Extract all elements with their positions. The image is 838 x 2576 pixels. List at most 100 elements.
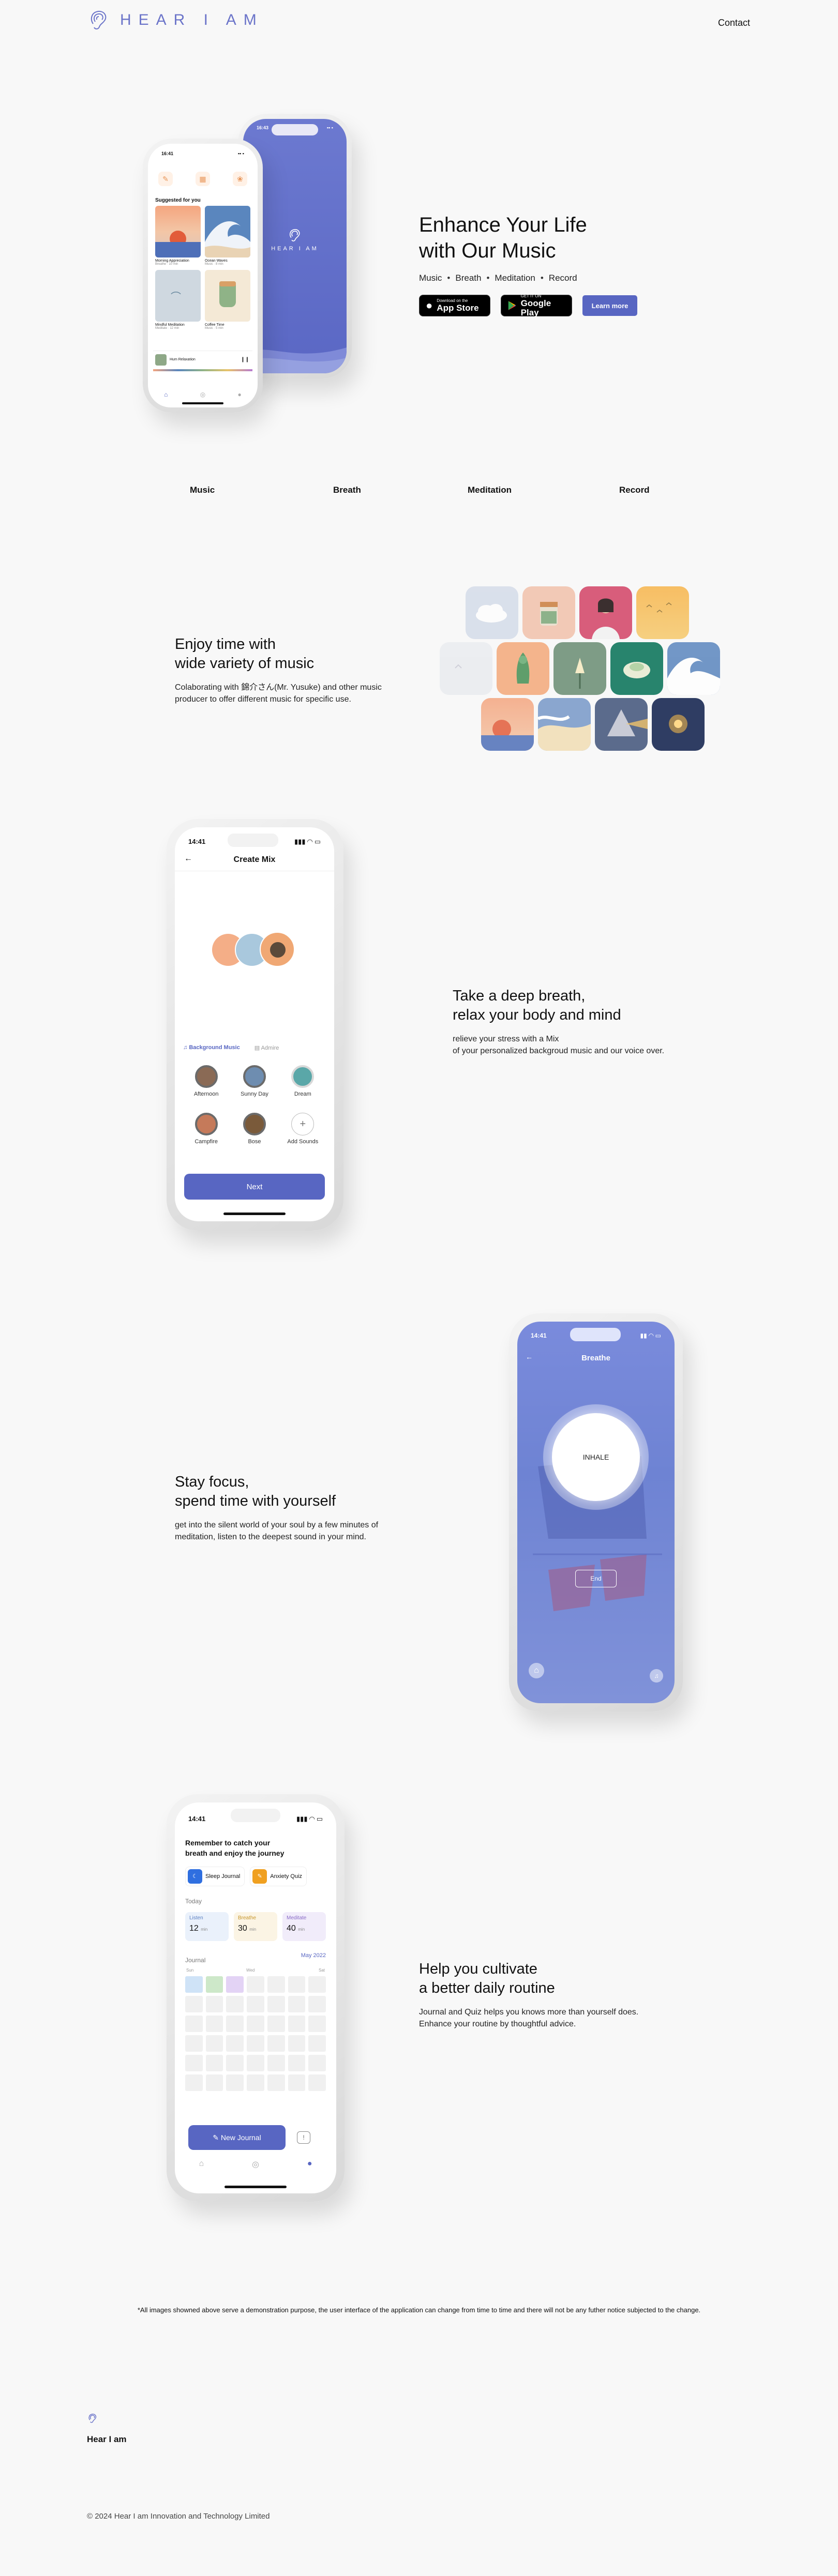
calendar-day-cell[interactable]	[205, 2016, 223, 2032]
add-sound-item[interactable]: + Add Sounds	[279, 1113, 327, 1145]
new-journal-button[interactable]: ✎ New Journal	[188, 2125, 286, 2150]
quiz-icon: ✎	[252, 1869, 267, 1884]
sound-item[interactable]: Sunny Day	[230, 1065, 278, 1097]
sound-item[interactable]: Campfire	[182, 1113, 230, 1145]
music-card[interactable]: ⌒ Mindful Meditation Meditate · 12 min	[155, 270, 201, 330]
music-icon[interactable]: ♫	[650, 1669, 663, 1683]
feature-nav-breath[interactable]: Breath	[333, 485, 361, 495]
search-icon[interactable]: ◎	[252, 2159, 259, 2170]
calendar-day-cell[interactable]	[185, 1976, 203, 1993]
calendar-day-cell[interactable]	[226, 1996, 244, 2012]
now-playing-bar[interactable]: Hum Relaxation ❙❙	[153, 351, 252, 368]
end-button[interactable]: End	[575, 1570, 617, 1587]
calendar-day-cell[interactable]	[205, 2074, 223, 2091]
calendar-day-cell[interactable]	[247, 2035, 264, 2052]
sound-label: Bose	[248, 1139, 261, 1145]
brand-logo[interactable]: HEAR I AM	[87, 8, 264, 32]
music-card[interactable]: Ocean Waves Music · 8 min	[205, 206, 250, 266]
calendar-day-cell[interactable]	[226, 2055, 244, 2071]
pause-icon[interactable]: ❙❙	[241, 357, 249, 362]
calendar-day-cell[interactable]	[308, 2035, 326, 2052]
calendar-day-cell[interactable]	[226, 2016, 244, 2032]
weekday-label: Wed	[246, 1968, 255, 1973]
category-icon[interactable]: ▦	[196, 172, 210, 186]
calendar-day-cell[interactable]	[185, 2016, 203, 2032]
calendar-day-cell[interactable]	[247, 2016, 264, 2032]
feature-nav-record[interactable]: Record	[619, 485, 650, 495]
contact-link[interactable]: Contact	[718, 18, 750, 28]
calendar-day-cell[interactable]	[247, 2055, 264, 2071]
calendar-day-cell[interactable]	[267, 2055, 285, 2071]
calendar-day-cell[interactable]	[288, 1976, 306, 1993]
stat-unit: min	[201, 1927, 208, 1932]
sleep-journal-chip[interactable]: ☾ Sleep Journal	[185, 1867, 245, 1886]
calendar-day-cell[interactable]	[308, 1996, 326, 2012]
calendar-day-cell[interactable]	[185, 2074, 203, 2091]
feature-nav-music[interactable]: Music	[190, 485, 215, 495]
calendar-day-cell[interactable]	[308, 2016, 326, 2032]
calendar-day-cell[interactable]	[185, 2055, 203, 2071]
calendar-day-cell[interactable]	[308, 2055, 326, 2071]
calendar-day-cell[interactable]	[185, 2035, 203, 2052]
month-label[interactable]: May 2022	[301, 1952, 326, 1959]
next-button[interactable]: Next	[184, 1174, 325, 1200]
calendar-day-cell[interactable]	[288, 2055, 306, 2071]
music-card[interactable]: Morning Appreciation Breathe · 10 min	[155, 206, 201, 266]
calendar-day-cell[interactable]	[288, 2035, 306, 2052]
calendar-day-cell[interactable]	[267, 2074, 285, 2091]
status-icons: ▮▮▮ ◠ ▭	[296, 1815, 323, 1823]
home-icon[interactable]: ⌂	[199, 2159, 204, 2170]
calendar-day-cell[interactable]	[247, 2074, 264, 2091]
sound-label: Sunny Day	[241, 1091, 268, 1097]
calendar-day-cell[interactable]	[308, 1976, 326, 1993]
calendar-day-cell[interactable]	[205, 1976, 223, 1993]
anxiety-quiz-chip[interactable]: ✎ Anxiety Quiz	[250, 1867, 307, 1886]
weekday-label: Sat	[318, 1968, 325, 1973]
calendar-day-cell[interactable]	[247, 1976, 264, 1993]
inhale-label: INHALE	[582, 1453, 609, 1461]
calendar-day-cell[interactable]	[185, 1996, 203, 2012]
home-icon[interactable]: ⌂	[164, 391, 168, 398]
record-section-title: Help you cultivate a better daily routin…	[419, 1960, 555, 1998]
app-store-button[interactable]: ● Download on the App Store	[419, 295, 490, 316]
tab-background-music[interactable]: ♫ Background Music	[183, 1044, 240, 1051]
calendar-day-cell[interactable]	[205, 2055, 223, 2071]
tile-lily	[553, 642, 606, 695]
feature-nav-meditation[interactable]: Meditation	[468, 485, 512, 495]
card-sub: Breathe · 10 min	[155, 263, 178, 266]
chat-icon[interactable]: !	[297, 2131, 310, 2144]
suggested-label: Suggested for you	[155, 198, 201, 203]
calendar-day-cell[interactable]	[308, 2074, 326, 2091]
calendar-day-cell[interactable]	[267, 2016, 285, 2032]
calendar-day-cell[interactable]	[288, 2074, 306, 2091]
sound-item[interactable]: Afternoon	[182, 1065, 230, 1097]
home-icon[interactable]: ⌂	[529, 1663, 544, 1678]
tile-birds	[636, 586, 689, 639]
stat-label: Meditate	[287, 1915, 307, 1921]
category-icon[interactable]: ✎	[158, 172, 173, 186]
profile-icon[interactable]: ●	[307, 2159, 312, 2170]
category-icon[interactable]: ❀	[233, 172, 247, 186]
music-card[interactable]: Coffee Time Music · 5 min	[205, 270, 250, 330]
tag-meditation: Meditation	[495, 273, 535, 283]
calendar-day-cell[interactable]	[205, 2035, 223, 2052]
calendar-day-cell[interactable]	[288, 2016, 306, 2032]
sound-item[interactable]: Dream	[279, 1065, 327, 1097]
sound-item[interactable]: Bose	[230, 1113, 278, 1145]
profile-icon[interactable]: ●	[238, 391, 242, 398]
calendar-day-cell[interactable]	[267, 2035, 285, 2052]
calendar-day-cell[interactable]	[288, 1996, 306, 2012]
calendar-day-cell[interactable]	[226, 2074, 244, 2091]
home-screen: 16:41 ▪▪ ▪ ✎ ▦ ❀ Suggested for you Mornin…	[148, 144, 258, 407]
calendar-day-cell[interactable]	[247, 1996, 264, 2012]
tab-asmr[interactable]: ▤ Admire	[255, 1044, 279, 1051]
ear-logo-icon	[91, 10, 107, 29]
calendar-day-cell[interactable]	[226, 2035, 244, 2052]
learn-more-button[interactable]: Learn more	[582, 295, 637, 316]
search-icon[interactable]: ◎	[200, 391, 205, 398]
calendar-day-cell[interactable]	[205, 1996, 223, 2012]
calendar-day-cell[interactable]	[267, 1996, 285, 2012]
calendar-day-cell[interactable]	[267, 1976, 285, 1993]
calendar-day-cell[interactable]	[226, 1976, 244, 1993]
google-play-button[interactable]: GET IT ON Google Play	[501, 294, 572, 317]
